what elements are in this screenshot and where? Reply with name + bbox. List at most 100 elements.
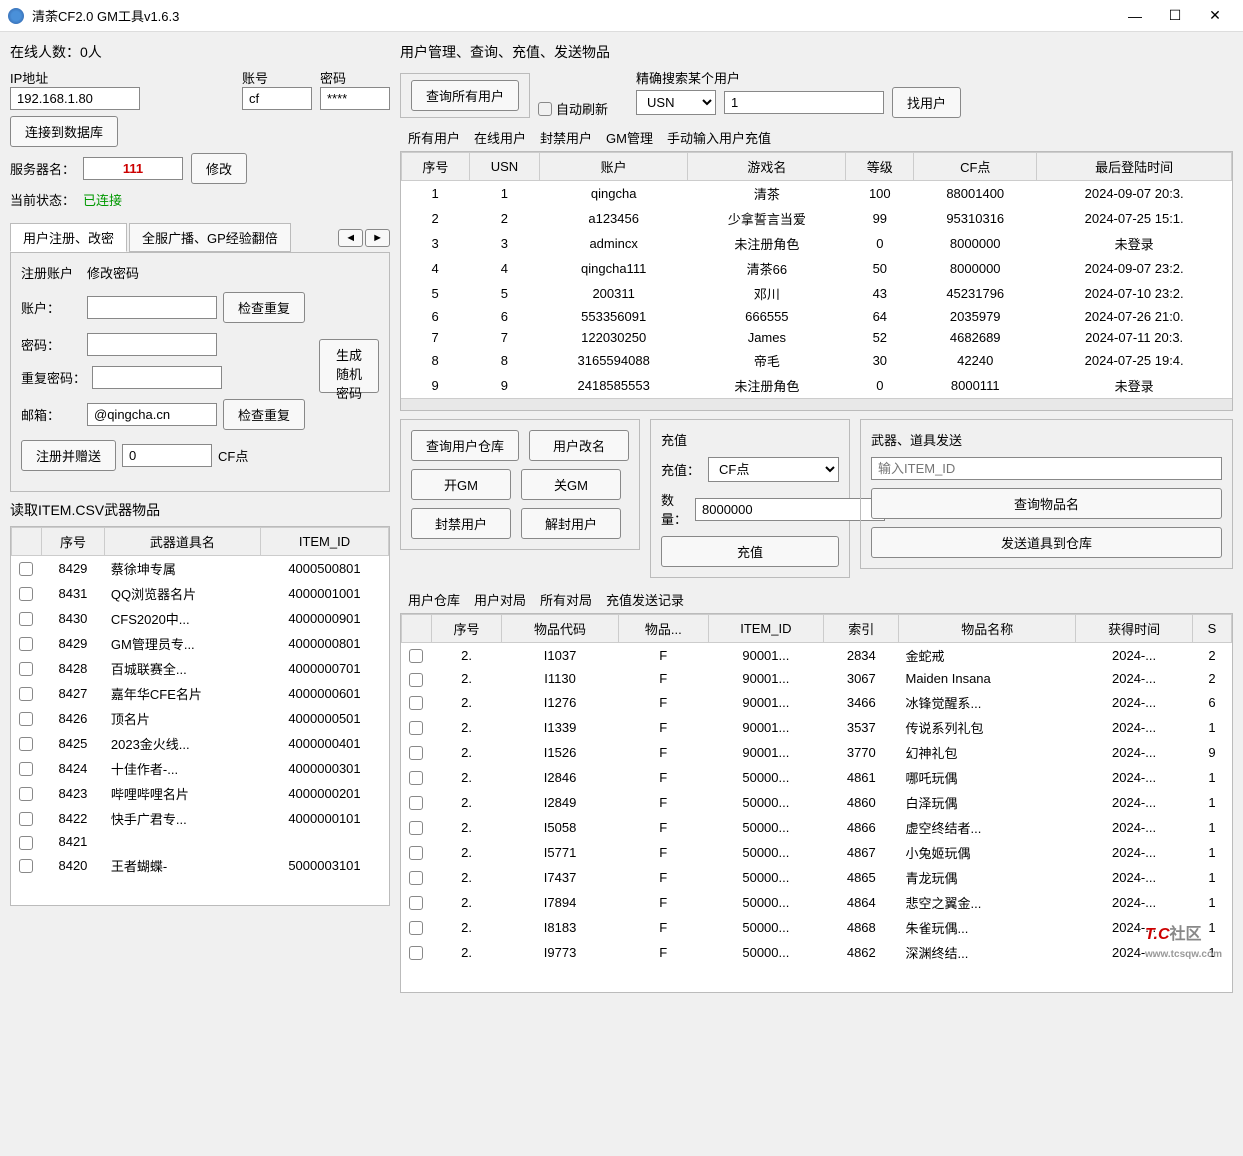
col-header[interactable]: S — [1193, 615, 1232, 643]
itemcsv-row[interactable]: 8427嘉年华CFE名片4000000601 — [12, 681, 389, 706]
row-checkbox[interactable] — [19, 637, 33, 651]
row-checkbox[interactable] — [19, 859, 33, 873]
close-button[interactable]: ✕ — [1195, 2, 1235, 30]
row-checkbox[interactable] — [409, 846, 423, 860]
itemcsv-row[interactable]: 8429蔡徐坤专属4000500801 — [12, 556, 389, 582]
search-type-select[interactable]: USN — [636, 90, 716, 115]
warehouse-row[interactable]: 2.I7437F50000...4865青龙玩偶2024-...1 — [402, 865, 1232, 890]
rename-user-button[interactable]: 用户改名 — [529, 430, 629, 461]
row-checkbox[interactable] — [19, 712, 33, 726]
row-checkbox[interactable] — [409, 796, 423, 810]
user-row[interactable]: 11qingcha清茶100880014002024-09-07 20:3. — [402, 181, 1232, 207]
itemcsv-row[interactable]: 8429GM管理员专...4000000801 — [12, 631, 389, 656]
reg-pwd2-input[interactable] — [92, 366, 222, 389]
warehouse-row[interactable]: 2.I2846F50000...4861哪吒玩偶2024-...1 — [402, 765, 1232, 790]
close-gm-button[interactable]: 关GM — [521, 469, 621, 500]
col-header[interactable]: USN — [469, 153, 539, 181]
tab-broadcast[interactable]: 全服广播、GP经验翻倍 — [129, 223, 291, 252]
warehouse-tab[interactable]: 用户仓库 — [408, 590, 460, 609]
maximize-button[interactable]: ☐ — [1155, 2, 1195, 30]
recharge-button[interactable]: 充值 — [661, 536, 839, 567]
itemcsv-row[interactable]: 84252023金火线...4000000401 — [12, 731, 389, 756]
col-header[interactable]: ITEM_ID — [708, 615, 824, 643]
warehouse-row[interactable]: 2.I2849F50000...4860白泽玩偶2024-...1 — [402, 790, 1232, 815]
row-checkbox[interactable] — [19, 562, 33, 576]
server-input[interactable] — [83, 157, 183, 180]
query-all-users-button[interactable]: 查询所有用户 — [411, 80, 519, 111]
col-header[interactable]: 账户 — [540, 153, 688, 181]
row-checkbox[interactable] — [19, 787, 33, 801]
check-dup-account-button[interactable]: 检查重复 — [223, 292, 305, 323]
col-header[interactable]: 物品... — [618, 615, 708, 643]
col-header[interactable]: 序号 — [432, 615, 502, 643]
gift-cf-input[interactable] — [122, 444, 212, 467]
row-checkbox[interactable] — [409, 746, 423, 760]
warehouse-row[interactable]: 2.I1037F90001...2834金蛇戒2024-...2 — [402, 643, 1232, 669]
gen-pwd-button[interactable]: 生成随机密码 — [319, 339, 379, 393]
ban-user-button[interactable]: 封禁用户 — [411, 508, 511, 539]
row-checkbox[interactable] — [409, 871, 423, 885]
itemcsv-row[interactable]: 8422快手广君专...4000000101 — [12, 806, 389, 831]
user-row[interactable]: 665533560916665556420359792024-07-26 21:… — [402, 306, 1232, 327]
user-tab[interactable]: GM管理 — [606, 128, 653, 147]
tab-prev-button[interactable]: ◄ — [338, 229, 363, 247]
password-input[interactable] — [320, 87, 390, 110]
col-header[interactable]: 武器道具名 — [104, 528, 260, 556]
row-checkbox[interactable] — [409, 946, 423, 960]
reg-pwd-input[interactable] — [87, 333, 217, 356]
row-checkbox[interactable] — [409, 721, 423, 735]
connect-db-button[interactable]: 连接到数据库 — [10, 116, 118, 147]
itemcsv-row[interactable]: 8423哔哩哔哩名片4000000201 — [12, 781, 389, 806]
user-row[interactable]: 44qingcha111清茶665080000002024-09-07 23:2… — [402, 256, 1232, 281]
warehouse-tab[interactable]: 充值发送记录 — [606, 590, 684, 609]
col-header[interactable]: 物品名称 — [899, 615, 1076, 643]
user-tab[interactable]: 手动输入用户充值 — [667, 128, 771, 147]
col-header[interactable]: 序号 — [42, 528, 105, 556]
col-header[interactable]: CF点 — [914, 153, 1037, 181]
search-input[interactable] — [724, 91, 884, 114]
col-header[interactable]: ITEM_ID — [260, 528, 388, 556]
warehouse-row[interactable]: 2.I1130F90001...3067Maiden Insana2024-..… — [402, 668, 1232, 690]
itemcsv-row[interactable]: 8421 — [12, 831, 389, 853]
warehouse-row[interactable]: 2.I9773F50000...4862深渊终结...2024-...1 — [402, 940, 1232, 965]
row-checkbox[interactable] — [19, 762, 33, 776]
row-checkbox[interactable] — [19, 662, 33, 676]
open-gm-button[interactable]: 开GM — [411, 469, 511, 500]
warehouse-row[interactable]: 2.I5771F50000...4867小兔姬玩偶2024-...1 — [402, 840, 1232, 865]
subtab-changepwd[interactable]: 修改密码 — [87, 263, 139, 282]
recharge-type-select[interactable]: CF点 — [708, 457, 839, 482]
unban-user-button[interactable]: 解封用户 — [521, 508, 621, 539]
col-header[interactable]: 物品代码 — [502, 615, 619, 643]
warehouse-row[interactable]: 2.I5058F50000...4866虚空终结者...2024-...1 — [402, 815, 1232, 840]
col-header[interactable]: 获得时间 — [1076, 615, 1193, 643]
row-checkbox[interactable] — [19, 812, 33, 826]
check-dup-email-button[interactable]: 检查重复 — [223, 399, 305, 430]
row-checkbox[interactable] — [409, 696, 423, 710]
user-row[interactable]: 33admincx未注册角色08000000未登录 — [402, 231, 1232, 256]
users-scrollbar[interactable] — [401, 398, 1232, 410]
itemcsv-row[interactable]: 8430CFS2020中...4000000901 — [12, 606, 389, 631]
col-header[interactable]: 最后登陆时间 — [1037, 153, 1232, 181]
row-checkbox[interactable] — [19, 612, 33, 626]
account-input[interactable] — [242, 87, 312, 110]
row-checkbox[interactable] — [409, 921, 423, 935]
qty-input[interactable] — [695, 498, 885, 521]
itemcsv-row[interactable]: 8424十佳作者-...4000000301 — [12, 756, 389, 781]
row-checkbox[interactable] — [19, 836, 33, 850]
col-header[interactable]: 游戏名 — [688, 153, 846, 181]
user-tab[interactable]: 在线用户 — [474, 128, 526, 147]
user-row[interactable]: 77122030250James5246826892024-07-11 20:3… — [402, 327, 1232, 348]
warehouse-row[interactable]: 2.I8183F50000...4868朱雀玩偶...2024-...1 — [402, 915, 1232, 940]
query-item-button[interactable]: 查询物品名 — [871, 488, 1222, 519]
col-header[interactable]: 等级 — [846, 153, 914, 181]
row-checkbox[interactable] — [409, 771, 423, 785]
modify-button[interactable]: 修改 — [191, 153, 247, 184]
col-header[interactable]: 序号 — [402, 153, 470, 181]
user-tab[interactable]: 所有用户 — [408, 128, 460, 147]
warehouse-tab[interactable]: 所有对局 — [540, 590, 592, 609]
itemcsv-row[interactable]: 8431QQ浏览器名片4000001001 — [12, 581, 389, 606]
auto-refresh-checkbox[interactable]: 自动刷新 — [538, 99, 608, 118]
tab-register[interactable]: 用户注册、改密 — [10, 223, 127, 252]
subtab-register[interactable]: 注册账户 — [21, 263, 73, 282]
warehouse-row[interactable]: 2.I1526F90001...3770幻神礼包2024-...9 — [402, 740, 1232, 765]
